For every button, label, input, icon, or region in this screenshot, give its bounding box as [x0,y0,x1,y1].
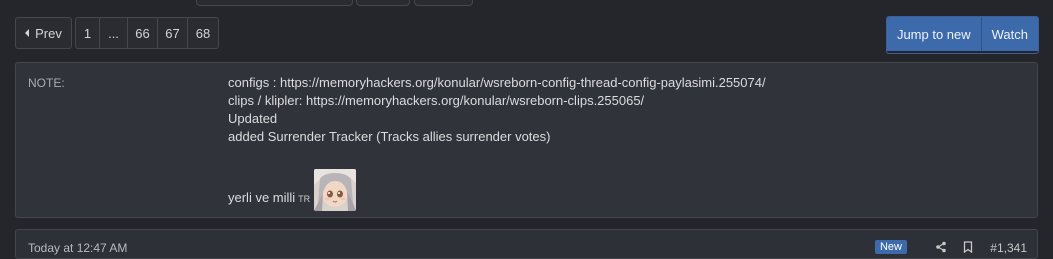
page-link-66[interactable]: 66 [127,17,158,49]
clips-link-line[interactable]: clips / klipler: https://memoryhackers.o… [228,92,766,110]
page-link-67[interactable]: 67 [157,17,188,49]
note-body: configs : https://memoryhackers.org/konu… [228,74,766,146]
changelog-line: added Surrender Tracker (Tracks allies s… [228,129,551,144]
note-panel: NOTE: configs : https://memoryhackers.or… [15,62,1038,218]
flag-code: TR [298,194,311,204]
next-post-header: Today at 12:47 AM New #1,341 [15,229,1038,259]
post-date[interactable]: Today at 12:47 AM [28,241,127,255]
pagination: Prev 1 ... 66 67 68 [15,17,219,51]
post-number[interactable]: #1,341 [990,241,1027,255]
configs-link-line[interactable]: configs : https://memoryhackers.org/konu… [228,74,766,92]
prev-label: Prev [35,25,62,41]
page-link-68[interactable]: 68 [187,17,219,49]
signature: yerli ve milli TR [228,163,357,211]
bookmark-icon[interactable] [963,240,973,258]
top-partial-button-1[interactable] [196,0,353,6]
prev-page-button[interactable]: Prev [15,17,72,49]
caret-left-icon [25,29,30,37]
new-badge: New [874,240,907,254]
top-partial-button-2[interactable] [356,0,410,6]
top-partial-button-3[interactable] [414,0,473,6]
note-label: NOTE: [28,76,65,90]
signature-text: yerli ve milli [228,190,296,205]
share-icon[interactable] [935,240,947,258]
thread-actions: Jump to new Watch [885,16,1039,54]
page-link-1[interactable]: 1 [75,17,100,49]
anime-avatar-image [314,169,357,211]
watch-button[interactable]: Watch [980,17,1038,51]
page-ellipsis[interactable]: ... [99,17,128,49]
updated-line: Updated [228,111,278,126]
jump-to-new-button[interactable]: Jump to new [886,17,981,51]
